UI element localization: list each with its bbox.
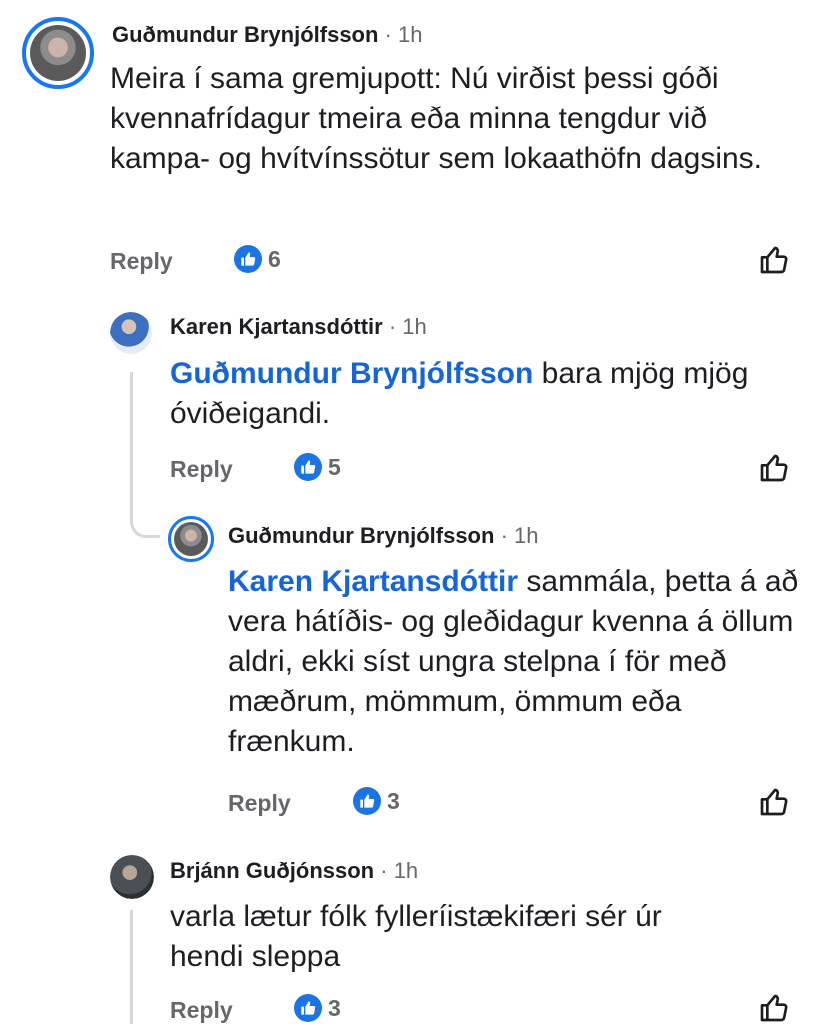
like-button-icon[interactable]	[758, 244, 790, 281]
like-button-icon[interactable]	[758, 452, 790, 489]
separator: ·	[494, 523, 515, 548]
avatar[interactable]	[110, 312, 152, 354]
thread-line	[130, 910, 133, 1024]
like-button-icon[interactable]	[758, 786, 790, 823]
comment-author-line: Guðmundur Brynjólfsson · 1h	[112, 22, 423, 48]
timestamp[interactable]: 1h	[394, 858, 418, 883]
avatar[interactable]	[110, 855, 154, 899]
author-name[interactable]: Guðmundur Brynjólfsson	[228, 523, 494, 548]
thumbs-up-icon	[234, 245, 262, 273]
comment-text: Meira í sama gremjupott: Nú virðist þess…	[110, 62, 763, 175]
comment-author-line: Brjánn Guðjónsson · 1h	[170, 858, 418, 884]
like-count: 3	[387, 787, 400, 814]
reaction-count[interactable]: 3	[353, 787, 400, 815]
thumbs-up-icon	[294, 453, 322, 481]
timestamp[interactable]: 1h	[402, 314, 426, 339]
comment-author-line: Karen Kjartansdóttir · 1h	[170, 314, 427, 340]
reaction-count[interactable]: 6	[234, 245, 281, 273]
comment-author-line: Guðmundur Brynjólfsson · 1h	[228, 523, 539, 549]
comment-text: Karen Kjartansdóttir sammála, þetta á að…	[228, 562, 803, 762]
reply-button[interactable]: Reply	[228, 790, 291, 817]
thumbs-up-icon	[294, 994, 322, 1022]
separator: ·	[378, 22, 399, 47]
like-count: 6	[268, 245, 281, 272]
like-count: 5	[328, 453, 341, 480]
timestamp[interactable]: 1h	[514, 523, 538, 548]
like-count: 3	[328, 994, 341, 1021]
timestamp[interactable]: 1h	[398, 22, 422, 47]
reaction-count[interactable]: 5	[294, 453, 341, 481]
separator: ·	[374, 858, 394, 883]
reply-button[interactable]: Reply	[170, 997, 233, 1024]
comment-text: varla lætur fólk fylleríistækifæri sér ú…	[170, 900, 662, 973]
reply-button[interactable]: Reply	[110, 248, 173, 275]
author-name[interactable]: Karen Kjartansdóttir	[170, 314, 383, 339]
author-name[interactable]: Guðmundur Brynjólfsson	[112, 22, 378, 47]
comment-text: Guðmundur Brynjólfsson bara mjög mjög óv…	[170, 354, 800, 434]
avatar[interactable]	[168, 516, 214, 562]
reply-button[interactable]: Reply	[170, 456, 233, 483]
reaction-count[interactable]: 3	[294, 994, 341, 1022]
avatar[interactable]	[22, 17, 94, 89]
author-name[interactable]: Brjánn Guðjónsson	[170, 858, 374, 883]
thumbs-up-icon	[353, 787, 381, 815]
thread-line-curve	[130, 520, 160, 538]
like-button-icon[interactable]	[758, 992, 790, 1029]
thread-line	[130, 372, 133, 522]
separator: ·	[382, 314, 403, 339]
mention-link[interactable]: Guðmundur Brynjólfsson	[170, 357, 533, 390]
mention-link[interactable]: Karen Kjartansdóttir	[228, 565, 518, 598]
